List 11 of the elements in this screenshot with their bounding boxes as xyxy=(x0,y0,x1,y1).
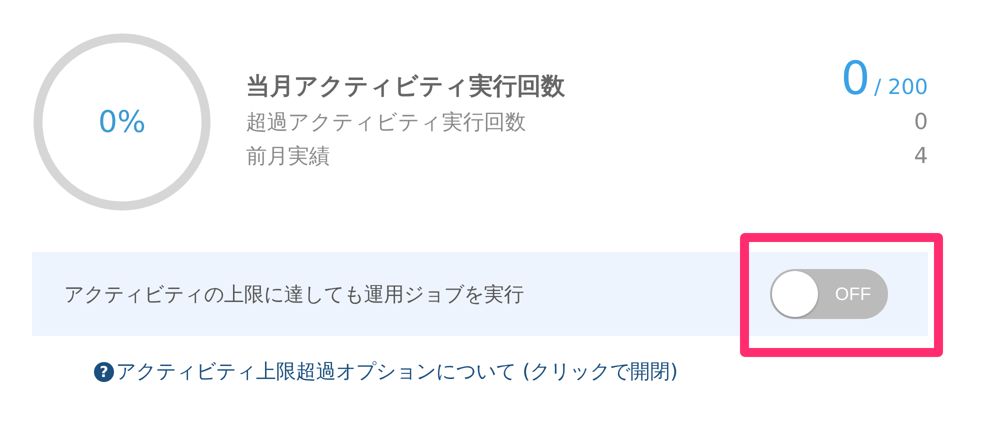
usage-limit: / 200 xyxy=(874,74,928,98)
help-link[interactable]: ? アクティビティ上限超過オプションについて (クリックで開閉) xyxy=(94,358,678,385)
stat-label: 超過アクティビティ実行回数 xyxy=(246,108,526,136)
usage-title: 当月アクティビティ実行回数 xyxy=(246,70,565,102)
usage-percent: 0% xyxy=(98,104,146,140)
stat-label: 前月実績 xyxy=(246,142,330,170)
option-label: アクティビティの上限に達しても運用ジョブを実行 xyxy=(64,280,524,308)
usage-count: 0 xyxy=(840,54,870,100)
stat-value: 4 xyxy=(914,144,928,168)
help-icon: ? xyxy=(94,362,114,382)
stat-value: 0 xyxy=(914,110,928,134)
